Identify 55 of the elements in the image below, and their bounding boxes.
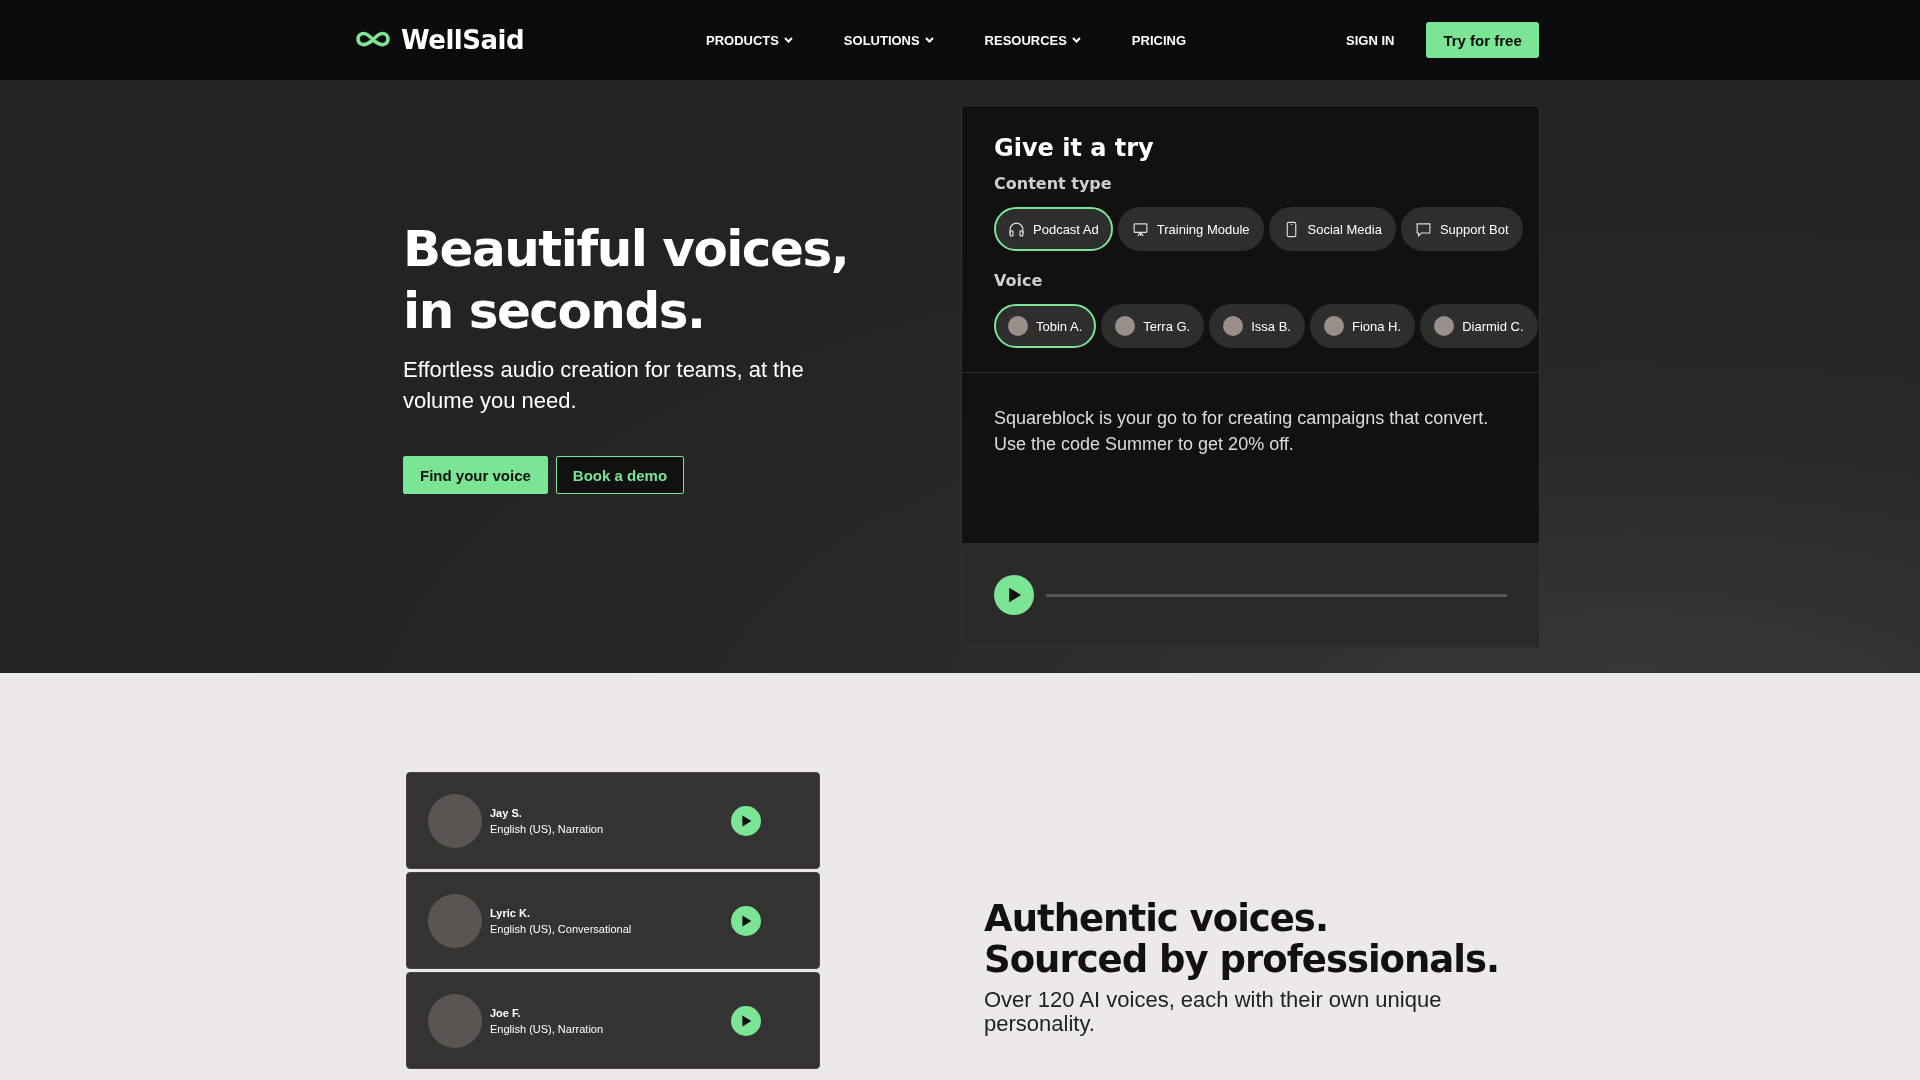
hero-subtitle: Effortless audio creation for teams, at the volume you need. (403, 356, 805, 415)
try-for-free-button[interactable]: Try for free (1426, 22, 1539, 58)
avatar-icon (1324, 316, 1344, 336)
content-type-chip[interactable]: Podcast Ad (994, 207, 1113, 251)
nav-link[interactable]: PRICING (1131, 32, 1186, 48)
avatar-icon (1434, 316, 1455, 336)
avatar-icon (1008, 316, 1028, 336)
play-button[interactable] (731, 1005, 761, 1036)
play-icon (740, 914, 752, 927)
voice-description: English (US), Narration (490, 822, 605, 835)
voice-description: English (US), Conversational (490, 922, 633, 935)
play-button[interactable] (731, 805, 761, 836)
avatar-placeholder (428, 793, 482, 848)
voice-name: Joe F. (490, 1006, 522, 1019)
avatar-placeholder (428, 893, 482, 948)
book-demo-button[interactable]: Book a demo (555, 456, 685, 494)
play-button[interactable] (731, 905, 761, 936)
chevron-down-icon (1071, 37, 1081, 43)
content-type-chip[interactable]: Social Media (1268, 207, 1396, 251)
chat-bubble-icon (1414, 220, 1432, 238)
voice-chip[interactable]: Fiona H. (1310, 304, 1416, 348)
progress-track[interactable] (1046, 593, 1507, 597)
voice-name: Lyric K. (490, 906, 531, 919)
card-title: Give it a try (994, 134, 1155, 162)
hero-heading: Beautiful voices, in seconds. (403, 219, 850, 342)
play-icon (740, 1014, 752, 1027)
voice-chip[interactable]: Issa B. (1209, 304, 1305, 348)
content-type-chip[interactable]: Training Module (1117, 207, 1264, 251)
content-type-chip[interactable]: Support Bot (1400, 207, 1523, 251)
section-label: Content type (994, 174, 1113, 193)
voice-name: Jay S. (490, 806, 523, 819)
avatar-icon (1223, 316, 1244, 336)
find-voice-button[interactable]: Find your voice (403, 456, 548, 494)
nav-link[interactable]: PRODUCTS (706, 32, 793, 48)
avatar-placeholder (428, 993, 482, 1048)
chevron-down-icon (783, 37, 793, 43)
section-subtitle: Over 120 AI voices, each with their own unique personality. (984, 988, 1443, 1036)
presentation-board-icon (1131, 220, 1149, 238)
chevron-down-icon (924, 37, 934, 43)
voice-chip[interactable]: Tobin A. (994, 304, 1097, 348)
voice-description: English (US), Narration (490, 1022, 605, 1035)
headphones-icon (1008, 220, 1025, 238)
voice-chip[interactable]: Terra G. (1101, 304, 1205, 348)
avatar-icon (1115, 316, 1136, 336)
logo-wordmark[interactable]: WellSaid (401, 25, 524, 55)
nav-link[interactable]: SOLUTIONS (843, 32, 934, 48)
nav-link[interactable]: RESOURCES (984, 32, 1081, 48)
script-text: Squareblock is your go to for creating campaigns that convert. Use the code Summer to get 20% off. (993, 407, 1490, 456)
voice-chip[interactable]: Diarmid C. (1420, 304, 1538, 348)
section-label: Voice (994, 271, 1044, 290)
section-heading: Authentic voices. Sourced by professionals. (984, 898, 1500, 980)
play-icon (1006, 587, 1022, 603)
sign-in-link[interactable]: SIGN IN (1346, 32, 1395, 48)
play-button[interactable] (994, 575, 1034, 615)
play-icon (740, 814, 752, 827)
